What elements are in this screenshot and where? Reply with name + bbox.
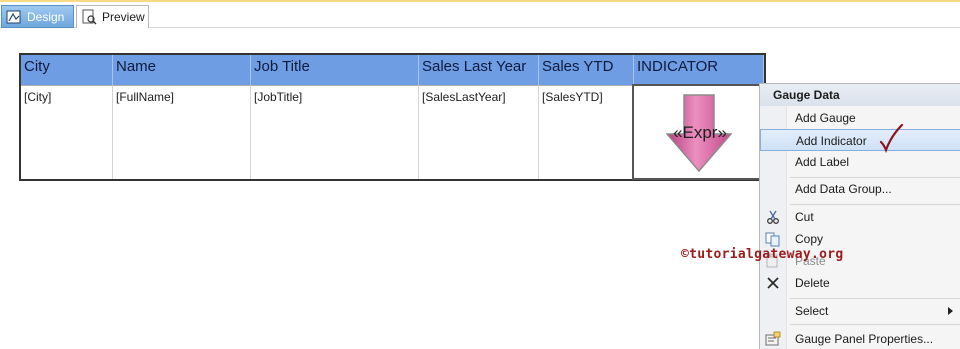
report-table[interactable]: City Name Job Title Sales Last Year Sale… [19,53,766,181]
context-menu: Gauge Data Add Gauge Add Indicator Add L… [759,83,960,349]
context-menu-header: Gauge Data [760,84,960,106]
menu-item-add-label[interactable]: Add Label [760,151,960,173]
menu-item-label: Delete [795,276,830,290]
menu-item-add-data-group[interactable]: Add Data Group... [760,178,960,200]
menu-item-label: Copy [795,232,824,246]
red-tick-mark-icon [879,123,904,154]
menu-item-label: Add Indicator [796,134,867,148]
indicator-expression: «Expr» [673,123,727,142]
tab-design-label: Design [27,9,65,24]
scissors-icon [765,209,781,225]
header-name[interactable]: Name [113,55,251,85]
delete-icon [765,275,781,291]
cell-indicator[interactable]: «Expr» [632,84,766,180]
cell-city[interactable]: [City] [21,85,113,179]
report-designer: Design Preview City Name Job Title Sales… [0,0,960,349]
header-sales-ytd[interactable]: Sales YTD [539,55,634,85]
submenu-arrow-icon [948,307,953,315]
tab-design[interactable]: Design [1,5,74,28]
menu-item-gauge-panel-properties[interactable]: Gauge Panel Properties... [760,328,960,349]
table-detail-row: [City] [FullName] [JobTitle] [SalesLastY… [21,84,766,180]
cell-fullname[interactable]: [FullName] [113,85,251,179]
menu-item-label: Add Data Group... [795,182,892,196]
design-icon [6,9,22,25]
menu-separator [790,324,960,325]
menu-item-label: Add Label [795,155,850,169]
menu-item-cut[interactable]: Cut [760,206,960,228]
properties-icon [765,331,781,347]
menu-item-label: Add Gauge [795,111,856,125]
cell-saleslastyear[interactable]: [SalesLastYear] [419,85,539,179]
menu-item-add-indicator[interactable]: Add Indicator [760,129,960,151]
header-job-title[interactable]: Job Title [251,55,419,85]
view-tab-bar: Design Preview [0,2,960,28]
menu-item-label: Cut [795,210,814,224]
cell-salesytd[interactable]: [SalesYTD] [539,85,634,179]
menu-item-label: Select [795,304,829,318]
table-header-row: City Name Job Title Sales Last Year Sale… [21,55,764,85]
menu-item-label: Gauge Panel Properties... [795,332,934,346]
copy-icon [765,231,781,247]
watermark-text: ©tutorialgateway.org [681,247,844,262]
menu-item-add-gauge[interactable]: Add Gauge [760,107,960,129]
tab-preview-label: Preview [102,10,145,24]
header-sales-last-year[interactable]: Sales Last Year [419,55,539,85]
header-indicator[interactable]: INDICATOR [634,55,764,85]
menu-separator [790,204,960,205]
menu-item-select[interactable]: Select [760,300,960,322]
menu-separator [790,298,960,299]
preview-icon [81,9,97,25]
menu-item-delete[interactable]: Delete [760,272,960,294]
header-city[interactable]: City [21,55,113,85]
cell-jobtitle[interactable]: [JobTitle] [251,85,419,179]
tab-preview[interactable]: Preview [76,5,149,28]
